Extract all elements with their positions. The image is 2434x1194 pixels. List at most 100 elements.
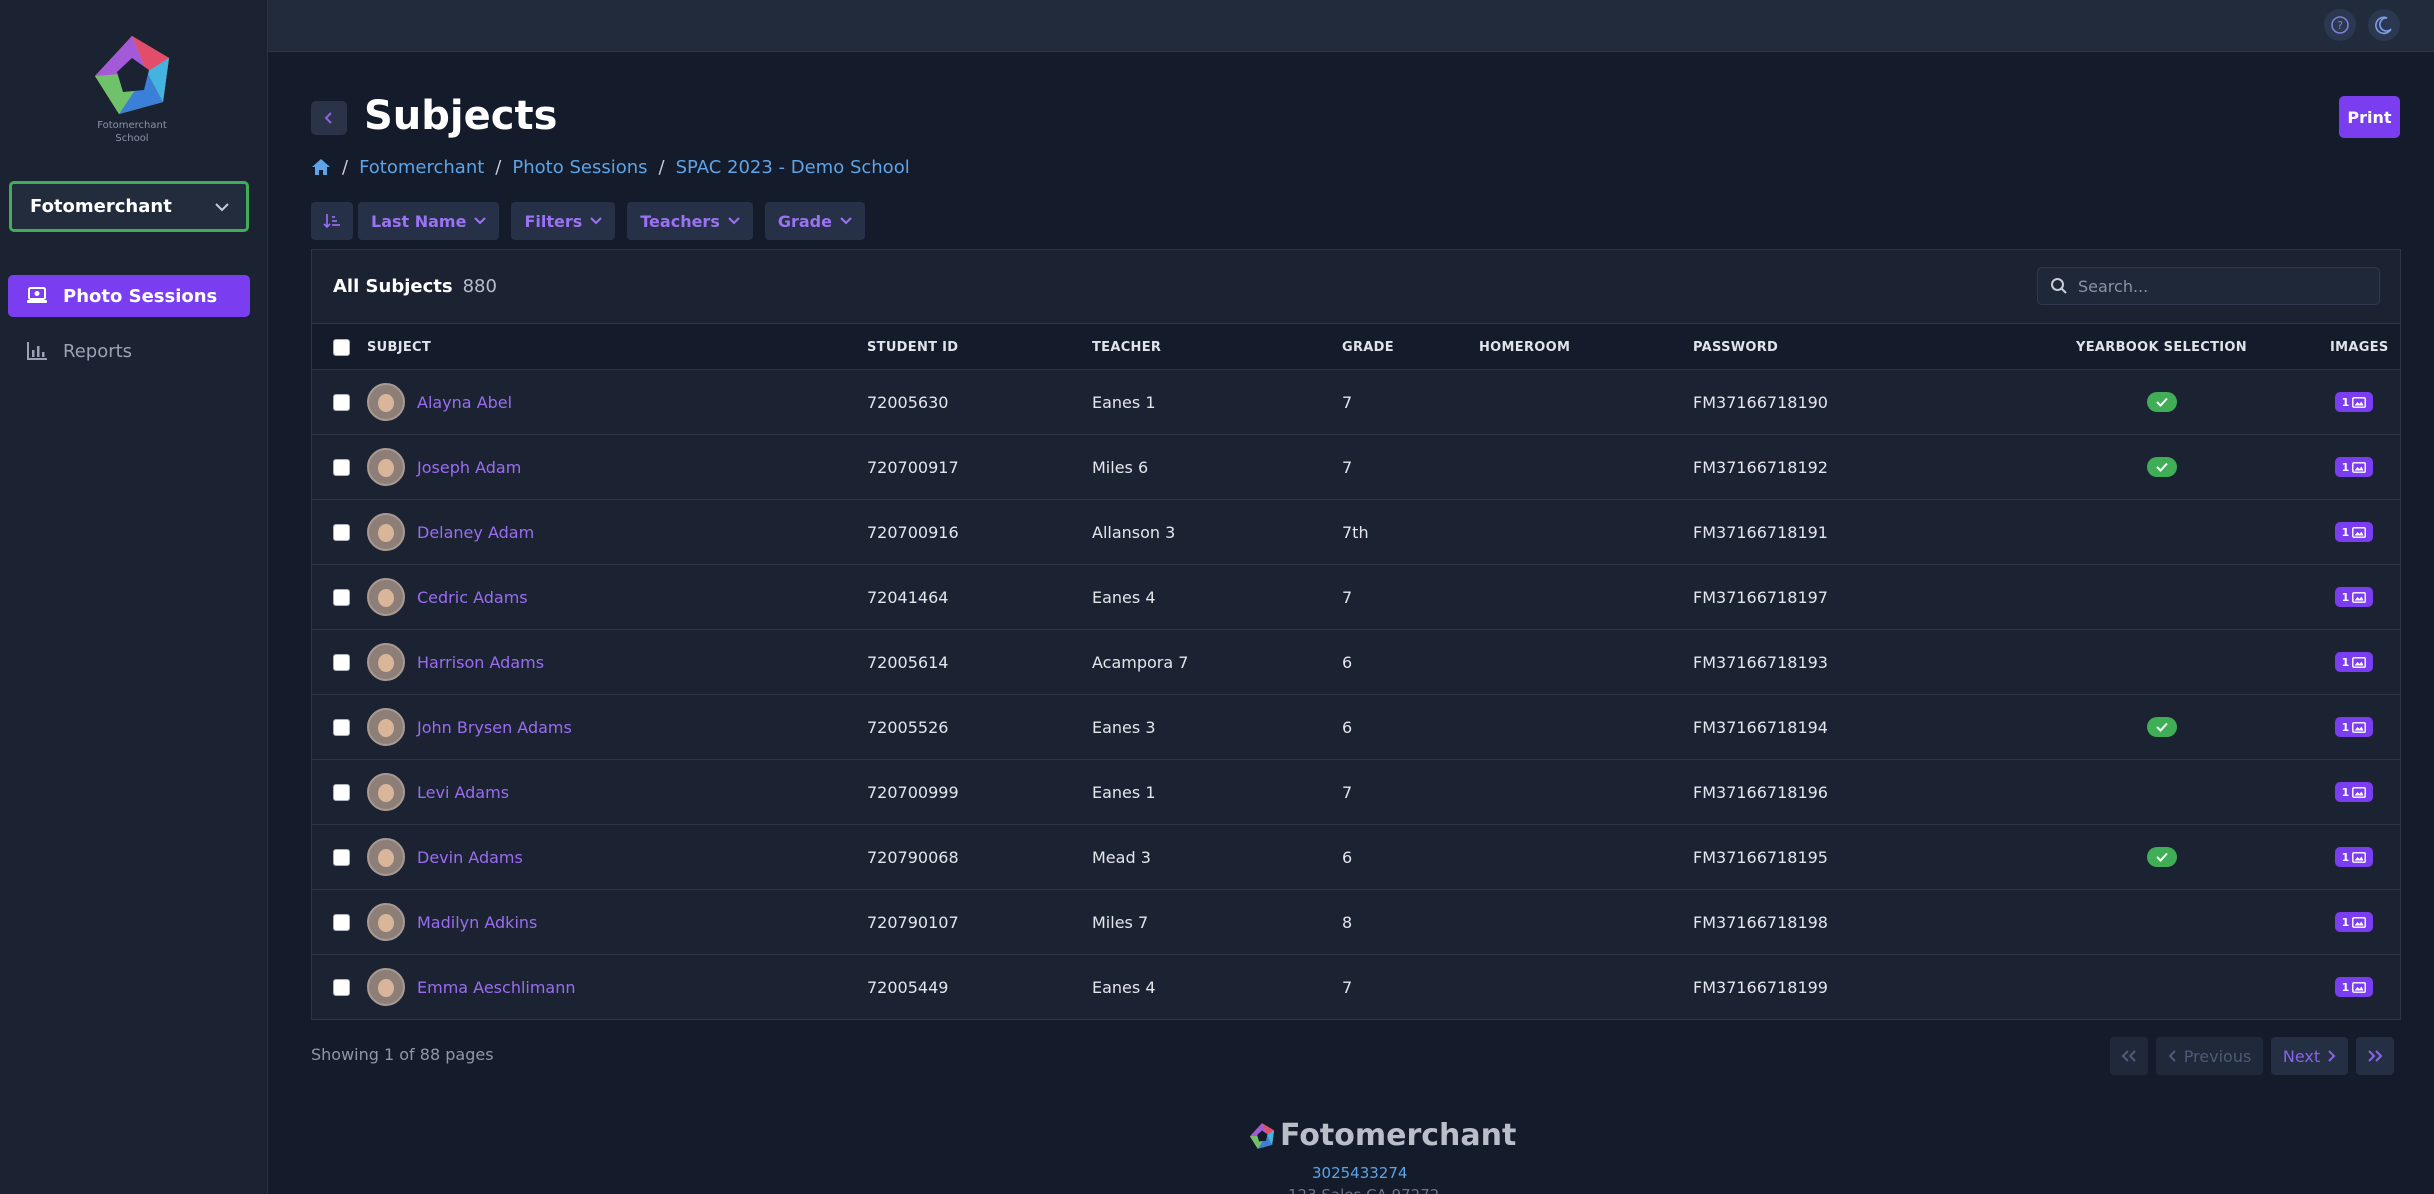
logo-caption: Fotomerchant — [97, 120, 167, 131]
back-button[interactable] — [311, 101, 347, 135]
sort-direction-button[interactable] — [311, 202, 353, 240]
avatar — [367, 448, 405, 486]
table-row: Joseph Adam 720700917 Miles 6 7 FM3716671819… — [312, 435, 2400, 500]
first-page-button[interactable] — [2110, 1037, 2148, 1075]
grade-cell: 7 — [1342, 457, 1353, 477]
sort-field-dropdown[interactable]: Last Name — [358, 202, 500, 240]
row-checkbox[interactable] — [333, 393, 350, 411]
avatar — [367, 578, 405, 616]
sidebar-item-photo-sessions[interactable]: Photo Sessions — [8, 275, 250, 317]
row-select-cell — [333, 500, 350, 564]
row-checkbox[interactable] — [333, 913, 350, 931]
sidebar-item-reports[interactable]: Reports — [8, 330, 250, 372]
help-icon[interactable]: ? — [2324, 9, 2356, 41]
next-label: Next — [2282, 1046, 2321, 1066]
column-header-subject[interactable]: SUBJECT — [367, 324, 431, 370]
teacher-cell: Eanes 4 — [1092, 587, 1156, 607]
subject-name-link[interactable]: Madilyn Adkins — [417, 913, 537, 932]
dark-mode-icon[interactable] — [2368, 9, 2400, 41]
teacher-cell: Allanson 3 — [1092, 522, 1176, 542]
filters-label: Filters — [524, 211, 583, 231]
grade-cell: 6 — [1342, 717, 1353, 737]
previous-page-button[interactable]: Previous — [2156, 1037, 2263, 1075]
select-all-cell — [333, 324, 350, 370]
sort-icon — [323, 214, 340, 229]
images-cell: 1 — [2335, 760, 2373, 824]
images-badge[interactable]: 1 — [2335, 392, 2373, 412]
row-checkbox[interactable] — [333, 588, 350, 606]
images-cell: 1 — [2335, 825, 2373, 889]
search-box[interactable] — [2037, 267, 2380, 305]
breadcrumb-item[interactable]: Photo Sessions — [512, 157, 647, 178]
row-checkbox[interactable] — [333, 458, 350, 476]
image-icon — [2352, 916, 2367, 928]
images-badge[interactable]: 1 — [2335, 457, 2373, 477]
subject-name-link[interactable]: Emma Aeschlimann — [417, 978, 576, 997]
image-icon — [2352, 461, 2367, 473]
row-checkbox[interactable] — [333, 523, 350, 541]
subject-name-link[interactable]: Joseph Adam — [417, 458, 521, 477]
breadcrumb-item[interactable]: SPAC 2023 - Demo School — [676, 157, 910, 178]
password-cell: FM37166718193 — [1693, 652, 1828, 672]
column-header-password[interactable]: PASSWORD — [1693, 324, 1778, 370]
images-cell: 1 — [2335, 955, 2373, 1019]
column-header-homeroom[interactable]: HOMEROOM — [1479, 324, 1570, 370]
chevron-down-icon — [840, 217, 852, 225]
student-id-cell: 720700917 — [867, 457, 959, 477]
images-badge[interactable]: 1 — [2335, 847, 2373, 867]
grade-cell: 8 — [1342, 912, 1353, 932]
row-checkbox[interactable] — [333, 978, 350, 996]
column-header-grade[interactable]: GRADE — [1342, 324, 1394, 370]
images-badge[interactable]: 1 — [2335, 912, 2373, 932]
yearbook-cell — [2147, 435, 2177, 499]
next-page-button[interactable]: Next — [2271, 1037, 2348, 1075]
subject-cell: Cedric Adams — [367, 565, 528, 629]
subject-name-link[interactable]: John Brysen Adams — [417, 718, 572, 737]
organization-select[interactable]: Fotomerchant — [9, 181, 249, 232]
avatar — [367, 513, 405, 551]
select-all-checkbox[interactable] — [333, 338, 350, 356]
images-badge[interactable]: 1 — [2335, 522, 2373, 542]
image-icon — [2352, 526, 2367, 538]
row-checkbox[interactable] — [333, 783, 350, 801]
filters-dropdown[interactable]: Filters — [511, 202, 616, 240]
image-icon — [2352, 851, 2367, 863]
breadcrumb-item[interactable]: Fotomerchant — [359, 157, 484, 178]
grade-dropdown[interactable]: Grade — [764, 202, 865, 240]
teachers-dropdown[interactable]: Teachers — [627, 202, 753, 240]
images-badge[interactable]: 1 — [2335, 587, 2373, 607]
row-checkbox[interactable] — [333, 653, 350, 671]
print-button[interactable]: Print — [2339, 96, 2400, 138]
images-cell: 1 — [2335, 695, 2373, 759]
image-icon — [2352, 591, 2367, 603]
search-input[interactable] — [2078, 276, 2358, 296]
images-badge[interactable]: 1 — [2335, 652, 2373, 672]
sidebar: Fotomerchant School Fotomerchant Photo S… — [0, 0, 268, 1194]
subject-name-link[interactable]: Devin Adams — [417, 848, 523, 867]
images-badge[interactable]: 1 — [2335, 977, 2373, 997]
student-id-cell: 720790068 — [867, 847, 959, 867]
table-row: Emma Aeschlimann 72005449 Eanes 4 7 FM371667… — [312, 955, 2400, 1020]
chevrons-left-icon — [2121, 1050, 2136, 1062]
column-header-yearbook-selection[interactable]: YEARBOOK SELECTION — [2076, 324, 2247, 370]
row-select-cell — [333, 630, 350, 694]
chevron-left-icon — [324, 112, 332, 124]
subject-name-link[interactable]: Delaney Adam — [417, 523, 534, 542]
sort-field-label: Last Name — [371, 211, 467, 231]
subject-name-link[interactable]: Alayna Abel — [417, 393, 512, 412]
row-checkbox[interactable] — [333, 718, 350, 736]
brand-logo[interactable]: Fotomerchant School — [84, 32, 180, 144]
row-checkbox[interactable] — [333, 848, 350, 866]
images-badge[interactable]: 1 — [2335, 782, 2373, 802]
column-header-teacher[interactable]: TEACHER — [1092, 324, 1161, 370]
column-header-images[interactable]: IMAGES — [2330, 324, 2389, 370]
images-badge[interactable]: 1 — [2335, 717, 2373, 737]
footer-phone-link[interactable]: 3025433274 — [1312, 1164, 1407, 1182]
last-page-button[interactable] — [2356, 1037, 2394, 1075]
subject-name-link[interactable]: Cedric Adams — [417, 588, 528, 607]
home-icon[interactable] — [311, 158, 331, 176]
column-header-student-id[interactable]: STUDENT ID — [867, 324, 958, 370]
subject-name-link[interactable]: Harrison Adams — [417, 653, 544, 672]
subject-name-link[interactable]: Levi Adams — [417, 783, 509, 802]
grade-label: Grade — [777, 211, 832, 231]
